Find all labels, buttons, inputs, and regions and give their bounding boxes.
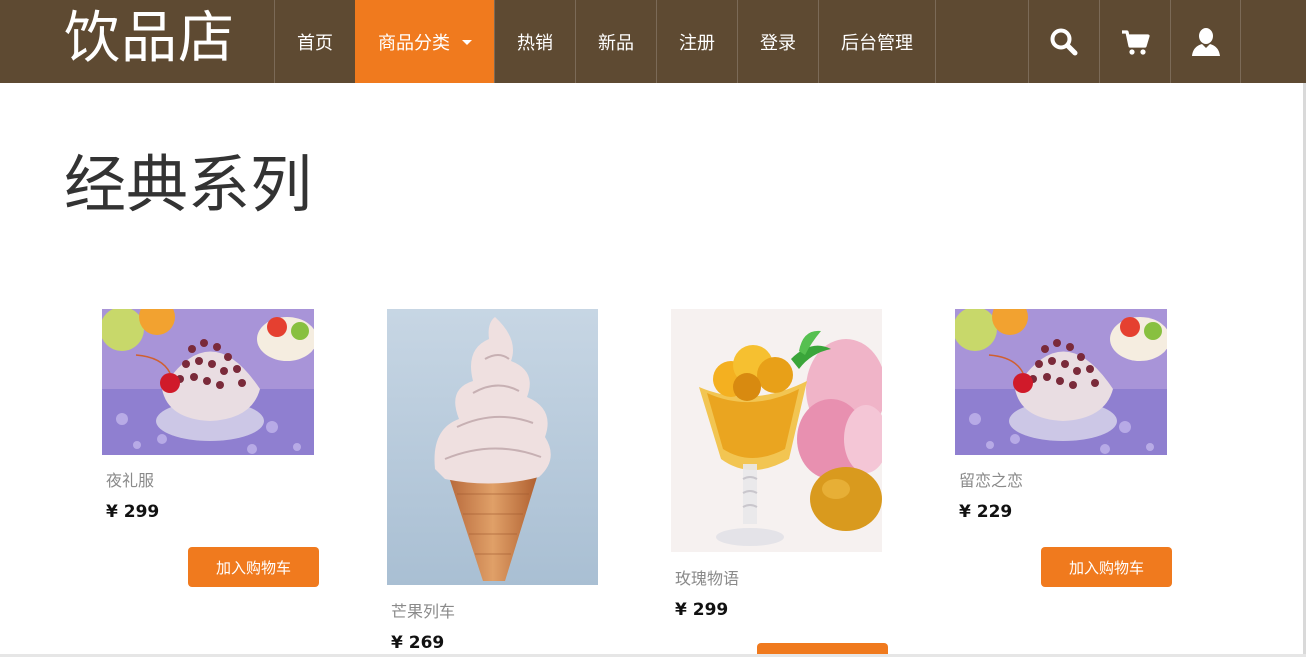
nav-item-categories[interactable]: 商品分类 [355, 0, 494, 83]
product-card: 玫瑰物语 ¥ 299 加入购物车 [671, 309, 891, 657]
product-name[interactable]: 夜礼服 [106, 467, 154, 491]
nav-item-label: 商品分类 [378, 32, 450, 54]
product-name[interactable]: 芒果列车 [391, 598, 455, 622]
nav-item-label: 注册 [679, 32, 715, 54]
product-price: ¥ 299 [675, 600, 729, 620]
product-card: 留恋之恋 ¥ 229 加入购物车 [955, 309, 1175, 599]
product-card: 芒果列车 ¥ 269 [387, 309, 607, 657]
nav-item-label: 登录 [760, 32, 796, 54]
nav-item-login[interactable]: 登录 [737, 0, 818, 83]
nav-item-home[interactable]: 首页 [274, 0, 355, 83]
chevron-down-icon [462, 40, 472, 45]
section-title: 经典系列 [64, 148, 313, 221]
product-image[interactable] [387, 309, 598, 585]
nav-icon-group [1028, 0, 1241, 83]
nav-item-register[interactable]: 注册 [656, 0, 737, 83]
cart-button[interactable] [1099, 0, 1170, 83]
nav-item-label: 首页 [297, 32, 333, 54]
user-icon [1191, 27, 1220, 56]
product-name[interactable]: 留恋之恋 [959, 467, 1023, 491]
nav-item-hot[interactable]: 热销 [494, 0, 575, 83]
product-price: ¥ 229 [959, 502, 1013, 522]
search-button[interactable] [1028, 0, 1099, 83]
nav-menu: 首页 商品分类 热销 新品 注册 登录 后台管理 [274, 0, 936, 83]
nav-item-label: 后台管理 [841, 32, 913, 54]
cart-icon [1122, 29, 1150, 55]
brand-logo[interactable]: 饮品店 [64, 4, 235, 74]
product-price: ¥ 269 [391, 633, 445, 653]
add-to-cart-button[interactable]: 加入购物车 [188, 547, 319, 587]
add-to-cart-button[interactable]: 加入购物车 [1041, 547, 1172, 587]
nav-item-label: 新品 [598, 32, 634, 54]
top-navbar: 饮品店 首页 商品分类 热销 新品 注册 登录 后台管理 [0, 0, 1306, 83]
search-icon [1050, 28, 1078, 55]
user-button[interactable] [1170, 0, 1241, 83]
product-image[interactable] [671, 309, 882, 552]
product-price: ¥ 299 [106, 502, 160, 522]
nav-item-new[interactable]: 新品 [575, 0, 656, 83]
product-image[interactable] [102, 309, 314, 455]
nav-item-label: 热销 [517, 32, 553, 54]
product-card: 夜礼服 ¥ 299 加入购物车 [102, 309, 322, 599]
product-name[interactable]: 玫瑰物语 [675, 565, 739, 589]
product-image[interactable] [955, 309, 1167, 455]
nav-item-admin[interactable]: 后台管理 [818, 0, 936, 83]
